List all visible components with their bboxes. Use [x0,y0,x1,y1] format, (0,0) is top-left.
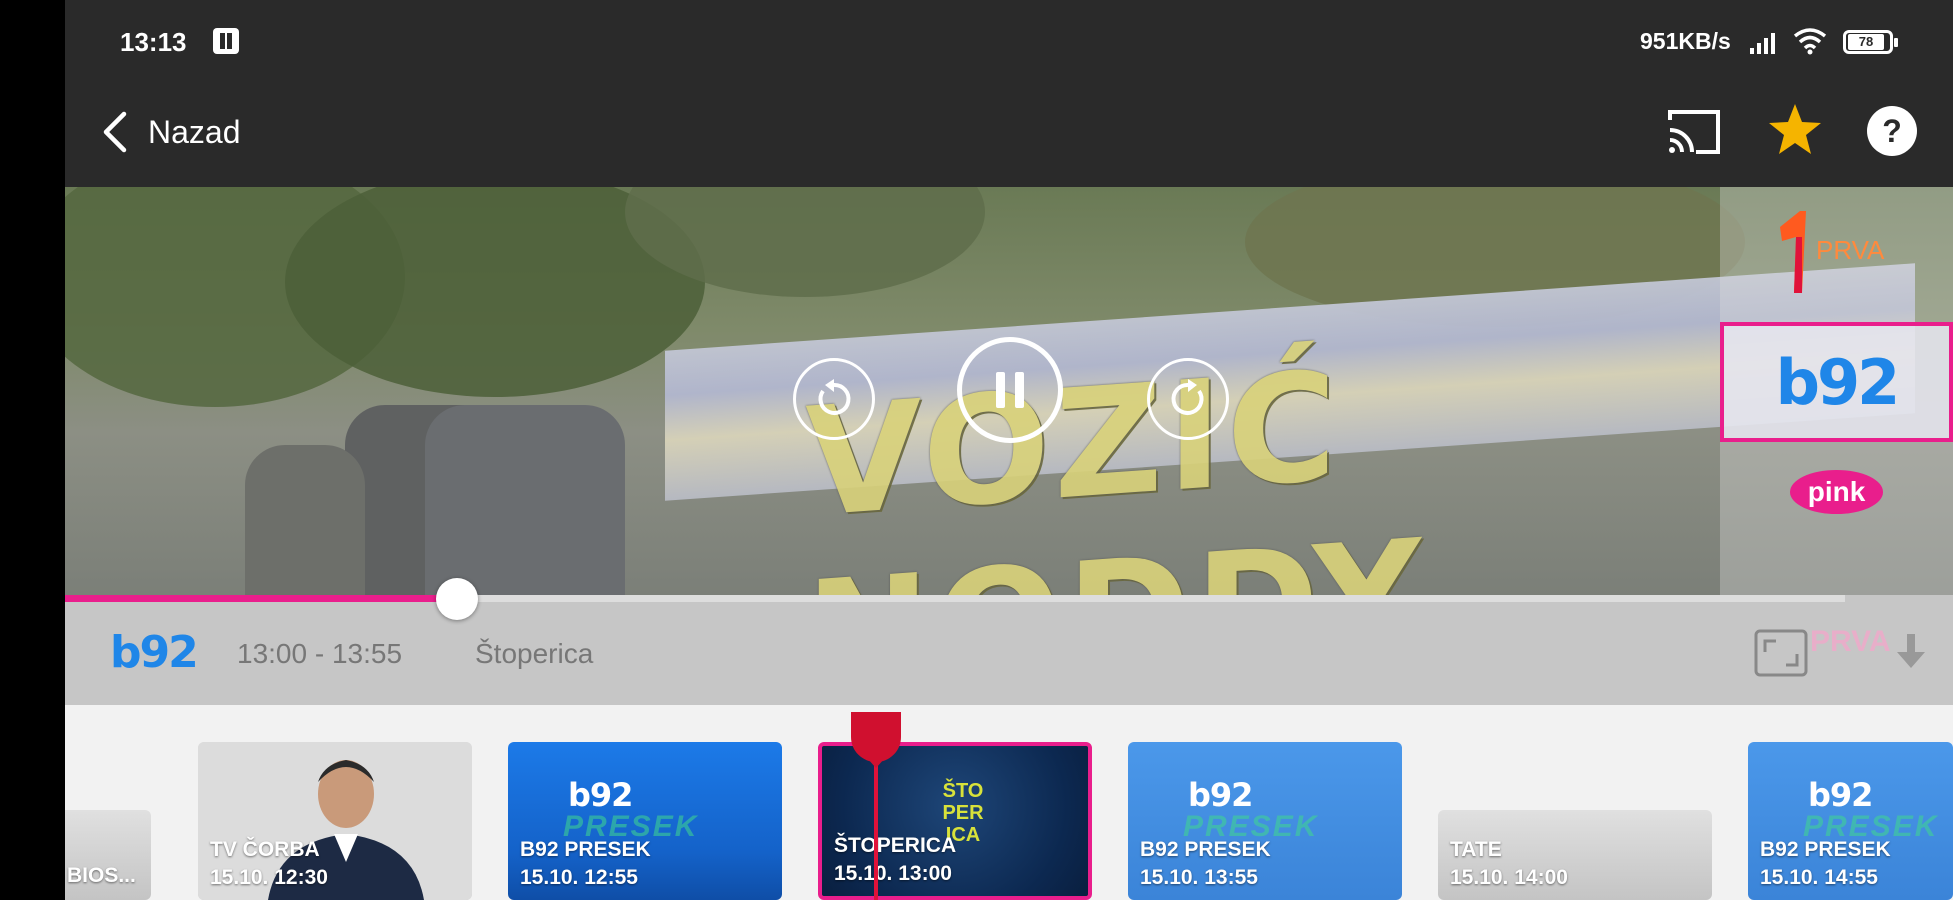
progress-knob[interactable] [436,578,478,620]
epg-card-title: B92 PRESEK [1140,838,1271,861]
wifi-icon [1793,28,1827,55]
svg-text:?: ? [1882,113,1902,149]
pause-button[interactable] [957,337,1063,443]
channel-item-pink[interactable]: pink [1720,442,1953,542]
epg-card[interactable]: b92 PRESEK B92 PRESEK 15.10. 12:55 [508,742,782,900]
now-playing-title: Štoperica [475,638,594,669]
epg-card[interactable]: b92 PRESEK B92 PRESEK 15.10. 13:55 [1128,742,1402,900]
b92-logo: b92 [1775,345,1901,419]
back-label: Nazad [148,113,241,150]
favorite-star-icon[interactable] [1767,100,1823,160]
status-bar: 13:13 951KB/s 78 [65,0,1953,80]
channel-item-b92[interactable]: b92 [1720,322,1953,442]
app-window: 13:13 951KB/s 78 Nazad ? VOZIĆ PRVA b92 … [65,0,1953,900]
help-icon[interactable]: ? [1865,104,1919,158]
back-button[interactable]: Nazad [100,102,241,162]
pause-icon [996,372,1024,408]
b92-logo: b92 [1808,776,1873,814]
rewind-button[interactable] [793,358,875,440]
epg-card-date: 15.10. 13:00 [834,862,952,885]
video-player[interactable]: VOZIĆ NODDY [65,187,1953,595]
epg-card-date: 15.10. 14:55 [1760,866,1878,889]
channel-watermark: PRVA [1810,625,1891,658]
now-playing-channel-logo: b92 [110,627,199,678]
b92-logo: b92 [568,776,633,814]
forward-icon [1171,379,1204,415]
download-icon[interactable] [1895,632,1927,672]
epg-card-date: 15.10. 14:00 [1450,866,1568,889]
channel-list: PRVA b92 pink [1720,187,1953,595]
epg-card-selected[interactable]: ŠTO PER ICA ŠTOPERICA 15.10. 13:00 [818,742,1092,900]
progress-fill [65,595,457,602]
channel-item-prva[interactable]: PRVA [1720,192,1953,312]
epg-card-title: B92 PRESEK [520,838,651,861]
battery-level: 78 [1848,34,1884,50]
epg-card[interactable]: TATE 15.10. 14:00 [1438,810,1712,900]
prva-logo: PRVA [1779,211,1885,293]
b92-logo: b92 [1188,776,1253,814]
epg-card[interactable]: b92 PRESEK B92 PRESEK 15.10. 14:55 [1748,742,1953,900]
epg-card[interactable]: BIOS... [65,810,151,900]
epg-card-title: BIOS... [67,864,136,887]
svg-text:PRVA: PRVA [1816,235,1885,265]
signal-icon [1750,33,1775,54]
epg-card-title: TATE [1450,838,1502,861]
epg-card-title: ŠTOPERICA [834,834,957,857]
battery-icon: 78 [1843,30,1898,54]
epg-card-date: 15.10. 13:55 [1140,866,1258,889]
notification-icon [213,28,239,54]
forward-button[interactable] [1147,358,1229,440]
epg-card-title: TV ČORBA [210,838,320,861]
epg-card-date: 15.10. 12:55 [520,866,638,889]
current-time-marker-icon [851,712,901,768]
epg-card-title: B92 PRESEK [1760,838,1891,861]
network-speed: 951KB/s [1640,28,1731,54]
left-black-bar [0,0,65,900]
fullscreen-icon[interactable] [1753,628,1809,678]
top-bar: Nazad ? [65,80,1953,187]
status-time: 13:13 [120,27,187,57]
chevron-left-icon [103,111,127,153]
cast-icon[interactable] [1662,102,1724,162]
rewind-icon [818,379,851,415]
epg-card[interactable]: TV ČORBA 15.10. 12:30 [198,742,472,900]
epg-card-date: 15.10. 12:30 [210,866,328,889]
now-playing-time: 13:00 - 13:55 [237,638,403,669]
pink-logo: pink [1789,470,1884,514]
